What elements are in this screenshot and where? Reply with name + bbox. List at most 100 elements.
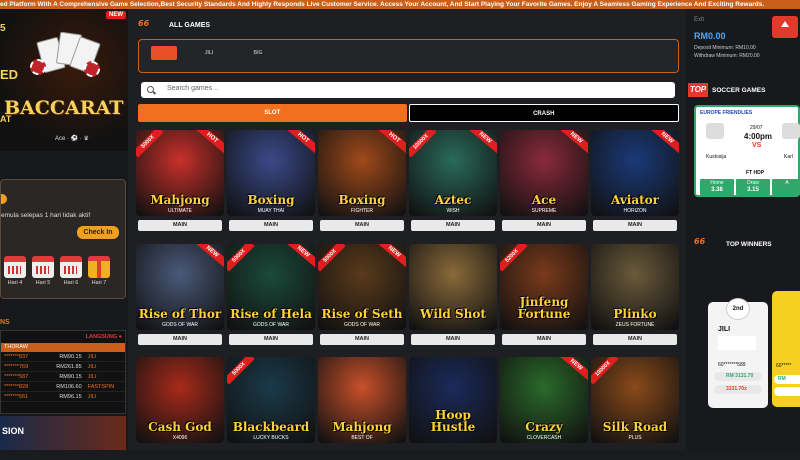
row-amount: RM90.15 xyxy=(59,374,82,380)
game-card[interactable]: 5000X Blackbeard LUCKY BUCKS xyxy=(227,357,315,460)
deposit-minimum: Deposit Minimum: RM10.00 xyxy=(694,45,756,51)
game-card[interactable]: 5000X HOT Mahjong ULTIMATE MAIN xyxy=(136,130,224,233)
game-card[interactable]: NEW Aviator HORIZON MAIN xyxy=(591,130,679,233)
game-thumbnail[interactable]: Mahjong BEST OF xyxy=(318,357,406,443)
game-thumbnail[interactable]: 10000X NEW Aztec WISH xyxy=(409,130,497,216)
tab-crash[interactable]: CRASH xyxy=(408,104,679,122)
play-button[interactable]: MAIN xyxy=(502,334,586,345)
game-thumbnail[interactable]: 10000X Silk Road PLUS xyxy=(591,357,679,443)
row-game: JILI xyxy=(87,364,97,370)
play-button[interactable]: MAIN xyxy=(320,334,404,345)
game-card[interactable]: Hoop Hustle xyxy=(409,357,497,460)
game-card[interactable]: 5000X NEW Rise of Hela GODS OF WAR MAIN xyxy=(227,244,315,347)
multiplier-badge: 5000X xyxy=(227,357,255,385)
play-button[interactable]: MAIN xyxy=(502,220,586,231)
game-card[interactable]: NEW Crazy CLOVERCASH xyxy=(500,357,588,460)
play-button[interactable]: MAIN xyxy=(138,220,222,231)
play-button[interactable]: MAIN xyxy=(593,334,677,345)
odds-away[interactable]: A xyxy=(772,179,800,195)
play-button[interactable]: MAIN xyxy=(593,220,677,231)
odds-draw[interactable]: Draw 3.15 xyxy=(736,179,770,195)
search-bar[interactable]: Search games .. xyxy=(141,82,675,98)
provider-tab[interactable] xyxy=(445,46,471,60)
rank-badge: 2nd xyxy=(726,298,750,320)
game-thumbnail[interactable]: Wild Shot xyxy=(409,244,497,330)
game-thumbnail[interactable]: 5000X NEW Rise of Seth GODS OF WAR xyxy=(318,244,406,330)
game-thumbnail[interactable]: NEW Ace SUPREME xyxy=(500,130,588,216)
game-card[interactable]: 5000X NEW Rise of Seth GODS OF WAR MAIN xyxy=(318,244,406,347)
play-button[interactable]: MAIN xyxy=(411,220,495,231)
game-title: Boxing xyxy=(338,193,386,207)
day-label: Hari 4 xyxy=(7,280,23,286)
checkin-button[interactable]: Check In xyxy=(77,226,119,239)
row-user: *******587 xyxy=(4,374,29,380)
game-thumbnail[interactable]: 5200X Jinfeng Fortune xyxy=(500,244,588,330)
game-thumbnail[interactable]: Hoop Hustle xyxy=(409,357,497,443)
play-button[interactable]: MAIN xyxy=(229,334,313,345)
provider-tab[interactable] xyxy=(561,46,587,60)
withdraw-row: *******587 RM90.15 JILI xyxy=(1,372,125,382)
game-card[interactable]: 10000X Silk Road PLUS xyxy=(591,357,679,460)
game-card[interactable]: 10000X NEW Aztec WISH MAIN xyxy=(409,130,497,233)
game-thumbnail[interactable]: 5000X HOT Mahjong ULTIMATE xyxy=(136,130,224,216)
exit-link[interactable]: Exit xyxy=(694,17,704,23)
game-thumbnail[interactable]: NEW Crazy CLOVERCASH xyxy=(500,357,588,443)
game-card[interactable]: Wild Shot MAIN xyxy=(409,244,497,347)
winner-user: 60*******589 xyxy=(718,362,746,368)
provider-tab[interactable]: JILI xyxy=(196,46,222,60)
game-card[interactable]: NEW Ace SUPREME MAIN xyxy=(500,130,588,233)
tag-ribbon: NEW xyxy=(558,357,588,381)
game-title: Mahjong xyxy=(150,193,210,207)
winner-game: JILI xyxy=(718,326,731,333)
promo-banner[interactable]: SION xyxy=(0,416,126,450)
game-thumbnail[interactable]: HOT Boxing FIGHTER xyxy=(318,130,406,216)
deposit-button[interactable] xyxy=(772,16,798,38)
checkin-text: emula selepas 1 hari tidak aktif xyxy=(1,212,91,219)
play-button[interactable]: MAIN xyxy=(138,334,222,345)
provider-tab[interactable] xyxy=(343,46,369,60)
game-card[interactable]: HOT Boxing MUAY THAI MAIN xyxy=(227,130,315,233)
provider-tab[interactable] xyxy=(395,46,421,60)
game-card[interactable]: NEW Rise of Thor GODS OF WAR MAIN xyxy=(136,244,224,347)
game-title: Silk Road xyxy=(602,420,668,434)
game-card[interactable]: 5200X Jinfeng Fortune MAIN xyxy=(500,244,588,347)
tab-slot[interactable]: SLOT xyxy=(138,104,407,122)
game-card[interactable]: Cash God X4096 xyxy=(136,357,224,460)
game-subtitle: GODS OF WAR xyxy=(162,322,198,328)
play-button[interactable]: MAIN xyxy=(411,334,495,345)
provider-tab[interactable] xyxy=(151,46,177,60)
game-thumbnail[interactable]: 5000X Blackbeard LUCKY BUCKS xyxy=(227,357,315,443)
row-user: *******561 xyxy=(4,394,29,400)
row-user: *******828 xyxy=(4,384,29,390)
search-input[interactable]: Search games .. xyxy=(167,85,218,92)
game-thumbnail[interactable]: HOT Boxing MUAY THAI xyxy=(227,130,315,216)
game-card[interactable]: Mahjong BEST OF xyxy=(318,357,406,460)
baccarat-banner[interactable]: 5 NEW ED BACCARAT AT Ace · ⚽ · ♛ xyxy=(0,9,128,151)
league-name: EUROPE FRIENDLIES xyxy=(700,110,753,116)
row-amount: RM96.15 xyxy=(59,394,82,400)
game-thumbnail[interactable]: Plinko ZEUS FORTUNE xyxy=(591,244,679,330)
winner-multiplier: 3131.70x xyxy=(714,385,762,394)
game-thumbnail[interactable]: Cash God X4096 xyxy=(136,357,224,443)
provider-tab[interactable] xyxy=(639,46,665,60)
winner-multiplier xyxy=(774,387,800,396)
brand-logo[interactable]: 66 xyxy=(138,19,149,28)
calendar-icon xyxy=(4,256,26,278)
match-card[interactable]: EUROPE FRIENDLIES 29/07 4:00pm VS Kustos… xyxy=(694,105,800,197)
play-button[interactable]: MAIN xyxy=(320,220,404,231)
row-game: FASTSPIN xyxy=(87,384,115,390)
odds-home[interactable]: Home 3.38 xyxy=(700,179,734,195)
play-button[interactable]: MAIN xyxy=(229,220,313,231)
provider-tab[interactable] xyxy=(293,46,319,60)
game-subtitle: ULTIMATE xyxy=(168,208,192,214)
winner-amount: RM xyxy=(774,375,800,384)
soccer-title: SOCCER GAMES xyxy=(712,87,766,94)
game-thumbnail[interactable]: 5000X NEW Rise of Hela GODS OF WAR xyxy=(227,244,315,330)
provider-tab[interactable] xyxy=(495,46,521,60)
provider-bar: JILI BIG xyxy=(138,39,679,73)
game-card[interactable]: HOT Boxing FIGHTER MAIN xyxy=(318,130,406,233)
game-thumbnail[interactable]: NEW Aviator HORIZON xyxy=(591,130,679,216)
provider-tab[interactable]: BIG xyxy=(245,46,271,60)
game-card[interactable]: Plinko ZEUS FORTUNE MAIN xyxy=(591,244,679,347)
game-thumbnail[interactable]: NEW Rise of Thor GODS OF WAR xyxy=(136,244,224,330)
